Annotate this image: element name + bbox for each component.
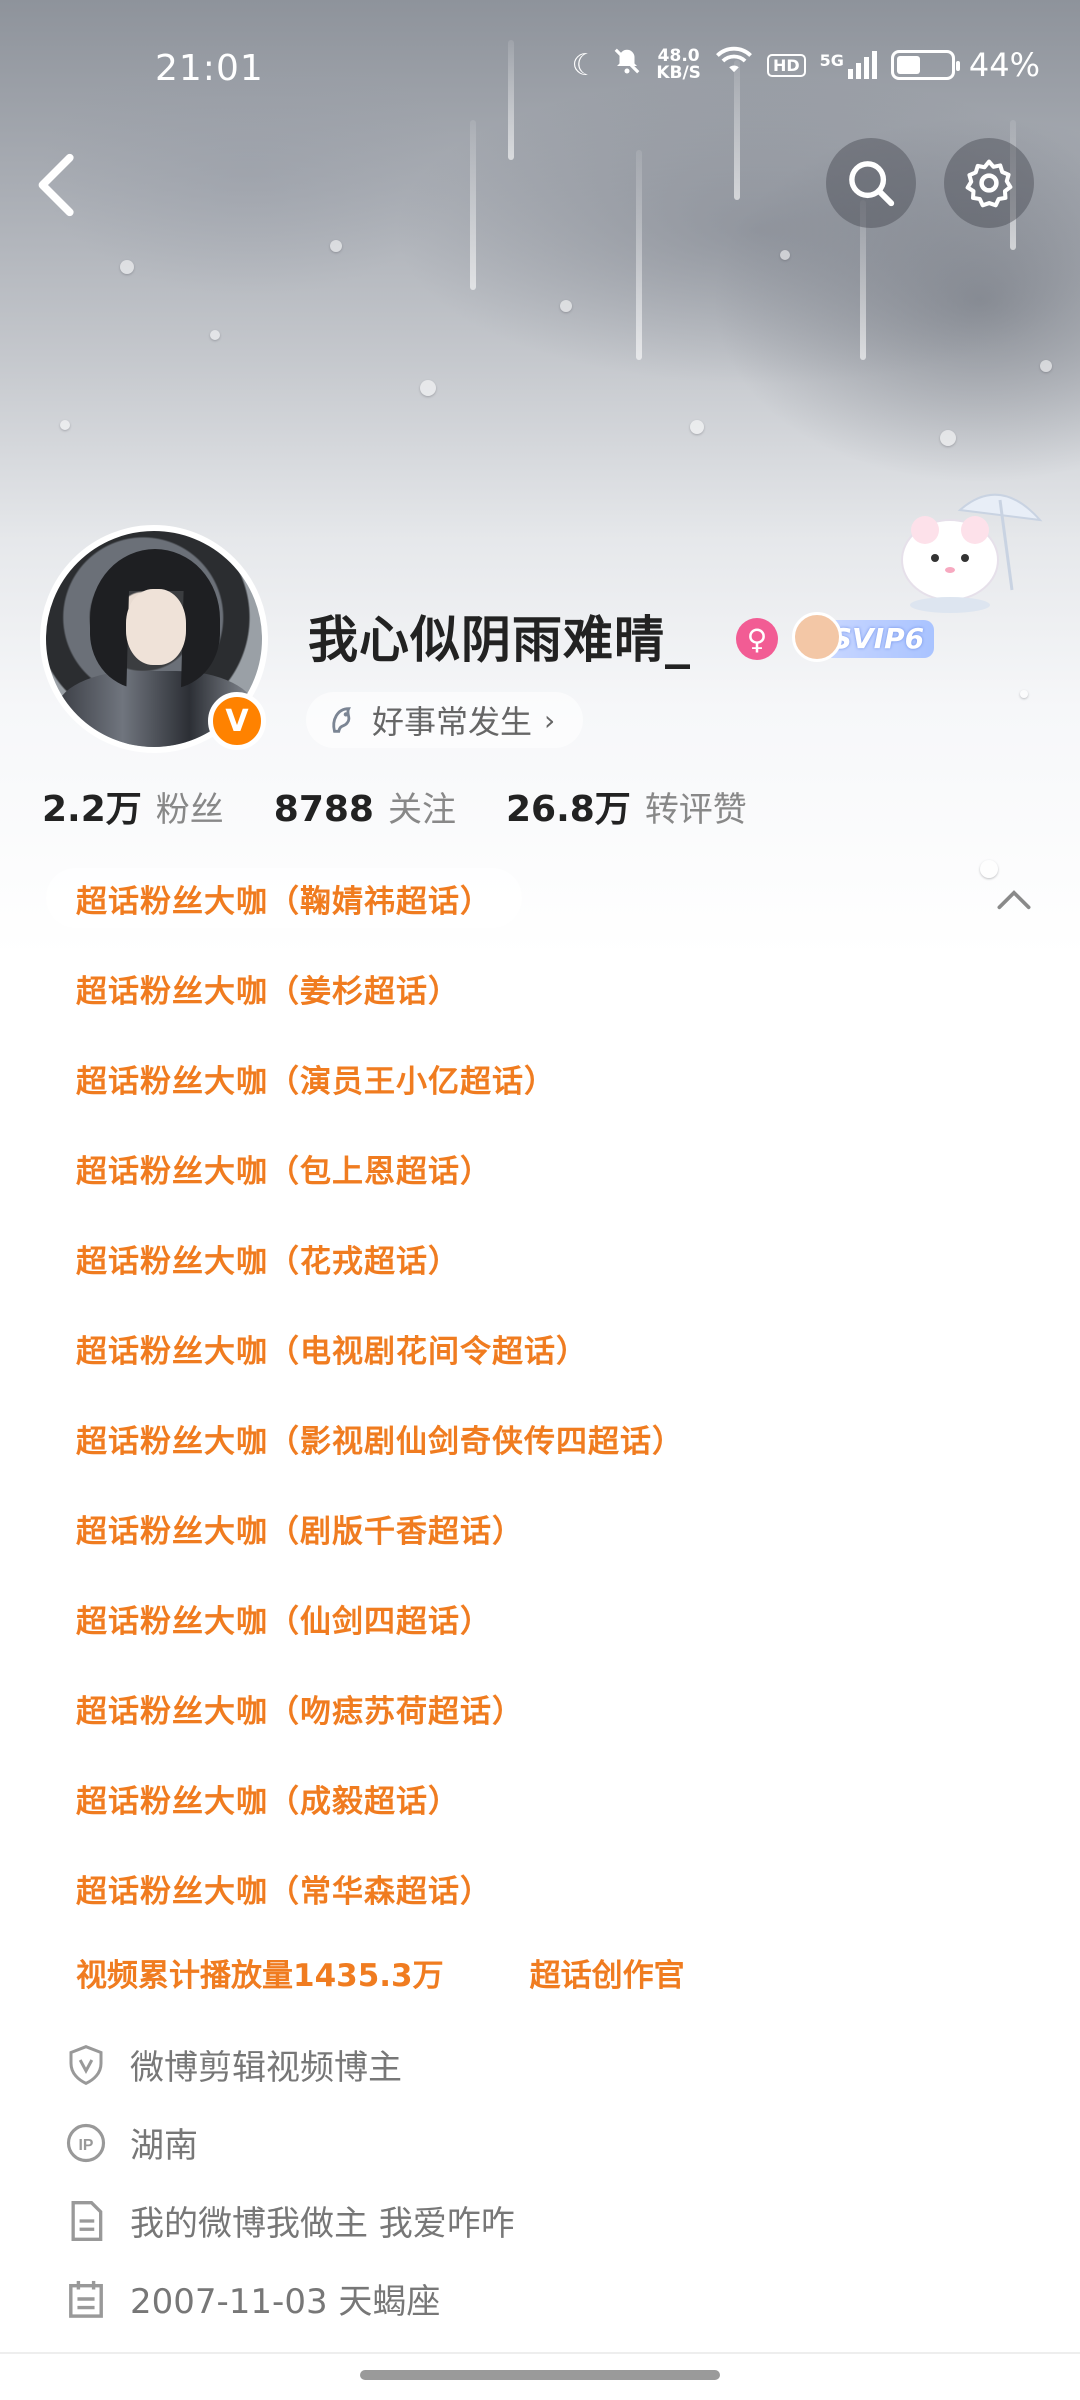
badge-item[interactable]: 超话粉丝大咖（仙剑四超话）	[46, 1588, 522, 1648]
info-text: 2007-11-03 天蝎座	[130, 2282, 441, 2322]
gear-icon	[965, 159, 1013, 208]
info-bio[interactable]: 我的微博我做主 我爱咋咋	[64, 2196, 515, 2245]
badge-item[interactable]: 超话粉丝大咖（鞠婧祎超话）	[46, 868, 522, 928]
mood-icon	[332, 707, 351, 733]
badge-item[interactable]: 超话粉丝大咖（花戎超话）	[46, 1228, 490, 1288]
badge-item[interactable]: 超话粉丝大咖（常华森超话）	[46, 1858, 522, 1918]
document-icon	[64, 2199, 108, 2243]
back-button[interactable]	[30, 150, 90, 220]
badge-item[interactable]: 超话粉丝大咖（剧版千香超话）	[46, 1498, 554, 1558]
stat-value: 26.8万	[505, 789, 631, 830]
badge-item[interactable]: 超话粉丝大咖（演员王小亿超话）	[46, 1048, 586, 1108]
bell-off-icon	[612, 46, 642, 84]
badge-item[interactable]: 超话粉丝大咖（吻痣苏荷超话）	[46, 1678, 554, 1738]
info-birthday: 2007-11-03 天蝎座	[64, 2274, 440, 2323]
wifi-icon	[715, 46, 753, 84]
search-icon	[849, 161, 895, 207]
female-icon: ♀	[736, 618, 778, 660]
network-type: 5G	[819, 51, 844, 70]
chevron-right-icon: ›	[544, 703, 556, 737]
badge-item[interactable]: 超话粉丝大咖（影视剧仙剑奇侠传四超话）	[46, 1408, 714, 1468]
badge-item[interactable]: 超话粉丝大咖（包上恩超话）	[46, 1138, 522, 1198]
stat-likes[interactable]: 26.8万 转评赞	[506, 780, 747, 832]
verified-badge: V	[208, 692, 266, 750]
pendant-sticker	[890, 480, 1060, 620]
motto-text: 好事常发生	[372, 703, 533, 741]
battery-percent: 44%	[968, 46, 1040, 84]
profile-stats: 2.2万 粉丝 8788 关注 26.8万 转评赞	[42, 780, 747, 832]
search-button[interactable]	[826, 138, 916, 228]
stat-label: 转评赞	[644, 790, 747, 830]
shield-v-icon	[64, 2043, 108, 2087]
stat-value: 2.2万	[42, 789, 142, 830]
profile-name: 我心似阴雨难晴_	[308, 611, 691, 669]
creator-badge[interactable]: 超话创作官	[530, 1950, 685, 1995]
video-play-badge[interactable]: 视频累计播放量1435.3万	[76, 1950, 444, 1995]
battery-icon	[890, 50, 960, 80]
chevron-up-icon	[997, 890, 1031, 910]
chevron-left-icon	[38, 153, 74, 217]
badge-item[interactable]: 超话粉丝大咖（成毅超话）	[46, 1768, 490, 1828]
hd-icon: HD	[766, 53, 806, 77]
badge-item[interactable]: 超话粉丝大咖（姜杉超话）	[46, 958, 490, 1018]
info-text: 微博剪辑视频博主	[130, 2048, 402, 2088]
info-ip-location: IP 湖南	[64, 2118, 198, 2167]
bear-icon	[792, 612, 842, 662]
stat-value: 8788	[273, 789, 374, 830]
stat-label: 粉丝	[155, 790, 224, 830]
status-icons: ☾ 48.0 KB/S HD 5G 44%	[571, 46, 1040, 84]
svg-text:IP: IP	[79, 2137, 94, 2154]
battery-fill	[896, 56, 920, 74]
info-verification[interactable]: 微博剪辑视频博主	[64, 2040, 402, 2089]
home-indicator[interactable]	[360, 2370, 720, 2380]
signal-icon: 5G	[820, 51, 877, 79]
status-bar: 21:01 ☾ 48.0 KB/S HD 5G 44%	[0, 40, 1080, 100]
svip-badge[interactable]: SVIP6	[792, 612, 938, 664]
badge-item[interactable]: 超话粉丝大咖（电视剧花间令超话）	[46, 1318, 618, 1378]
divider	[0, 2352, 1080, 2354]
moon-icon: ☾	[571, 47, 599, 83]
stat-following[interactable]: 8788 关注	[274, 782, 456, 831]
network-speed: 48.0 KB/S	[656, 48, 701, 82]
info-text: 湖南	[130, 2126, 198, 2166]
ip-icon: IP	[64, 2121, 108, 2165]
stat-fans[interactable]: 2.2万 粉丝	[42, 780, 224, 832]
stat-label: 关注	[387, 790, 456, 830]
collapse-badges-button[interactable]	[992, 880, 1036, 920]
settings-button[interactable]	[944, 138, 1034, 228]
calendar-icon	[64, 2277, 108, 2321]
extra-badges: 视频累计播放量1435.3万 超话创作官	[76, 1950, 685, 1995]
info-text: 我的微博我做主 我爱咋咋	[130, 2204, 515, 2244]
motto-chip[interactable]: 好事常发生 ›	[306, 692, 584, 748]
network-speed-unit: KB/S	[656, 63, 701, 83]
status-time: 21:01	[155, 48, 264, 89]
